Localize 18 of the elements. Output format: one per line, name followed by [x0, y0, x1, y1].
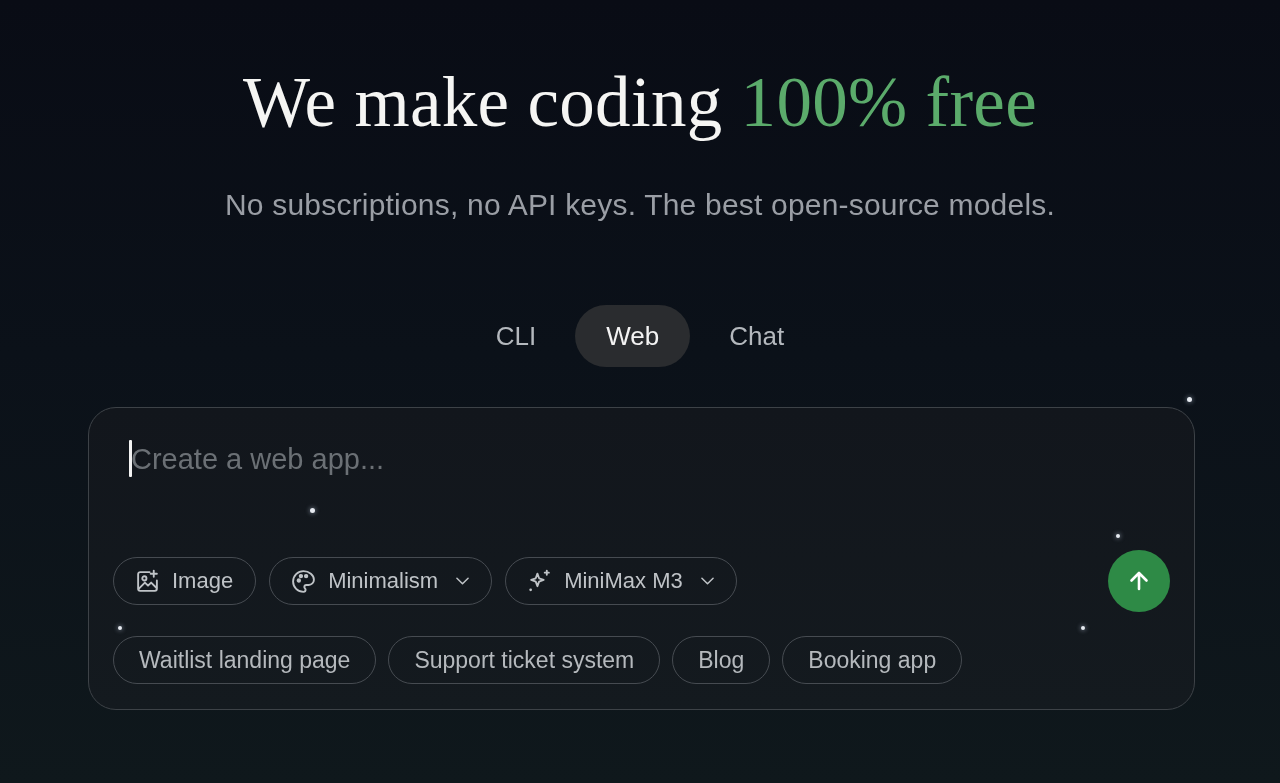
- star-dot-icon: [118, 626, 122, 630]
- chevron-down-icon: [456, 577, 470, 585]
- palette-icon: [291, 568, 317, 594]
- image-add-icon: [135, 568, 160, 594]
- sparkles-icon: [527, 568, 553, 594]
- star-dot-icon: [1081, 626, 1085, 630]
- mode-tab[interactable]: CLI: [464, 305, 568, 367]
- hero-title: We make coding 100% free: [243, 62, 1037, 142]
- text-cursor-icon: [129, 440, 132, 477]
- chevron-down-icon: [700, 577, 714, 585]
- arrow-up-icon: [1129, 571, 1149, 591]
- star-dot-icon: [1116, 534, 1120, 538]
- mode-tab[interactable]: Chat: [698, 305, 816, 367]
- star-dot-icon: [1187, 397, 1192, 402]
- star-dot-icon: [310, 508, 315, 513]
- prompt-input[interactable]: Create a web app...: [129, 437, 1031, 481]
- hero-subtitle: No subscriptions, no API keys. The best open-source models.: [225, 187, 1055, 223]
- mode-tab[interactable]: Web: [575, 305, 691, 367]
